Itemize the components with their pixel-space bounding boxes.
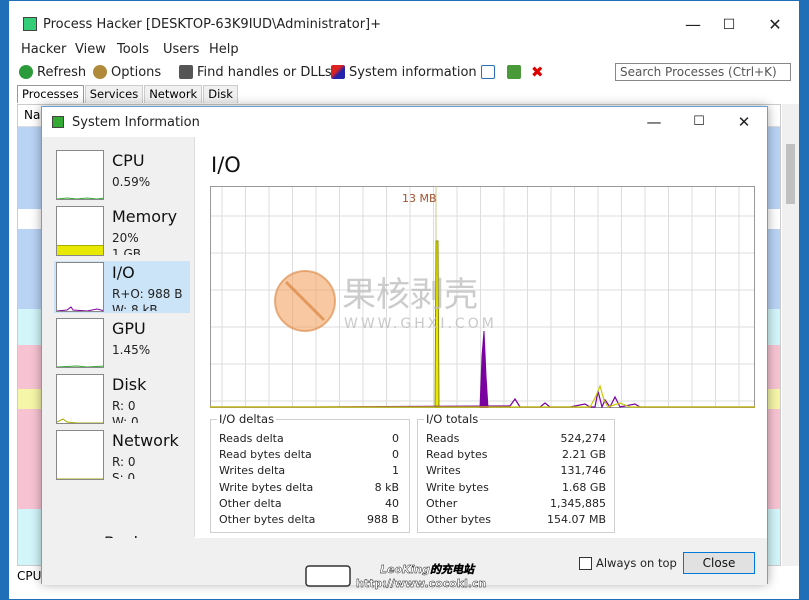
- value-other-delta: 40: [385, 497, 399, 510]
- sidebar-item-memory[interactable]: Memory 20% 1 GB: [54, 205, 190, 257]
- value-writes-delta: 1: [392, 464, 399, 477]
- chart-icon: [331, 65, 345, 79]
- label-writes: Writes: [426, 464, 461, 477]
- dialog-title: System Information: [72, 115, 200, 130]
- dialog-title-bar[interactable]: System Information — ☐ ✕: [42, 107, 767, 137]
- label-write-bytes-delta: Write bytes delta: [219, 481, 314, 494]
- graph-peak-label: 13 MB: [402, 192, 437, 205]
- window-icon: [481, 65, 495, 79]
- gear-icon: [93, 65, 107, 79]
- sidebar-item-cpu[interactable]: CPU 0.59%: [54, 149, 190, 201]
- cpu-mini-graph: [56, 150, 104, 200]
- menu-tools[interactable]: Tools: [117, 42, 149, 57]
- sidebar-item-disk[interactable]: Disk R: 0 W: 0: [54, 373, 190, 425]
- value-read-bytes: 2.21 GB: [561, 448, 606, 461]
- label-read-bytes-delta: Read bytes delta: [219, 448, 312, 461]
- value-other-bytes-delta: 988 B: [366, 513, 399, 526]
- checkbox-box[interactable]: [579, 556, 592, 570]
- io-mini-graph: [56, 262, 104, 312]
- value-other-bytes: 154.07 MB: [546, 513, 606, 526]
- find-window-button[interactable]: [507, 63, 521, 81]
- tab-network[interactable]: Network: [144, 85, 203, 103]
- io-totals-group: I/O totals Reads 524,274 Read bytes 2.21…: [417, 412, 615, 533]
- options-button[interactable]: Options: [93, 63, 161, 81]
- value-writes: 131,746: [560, 464, 607, 477]
- dialog-close-button[interactable]: ✕: [724, 111, 764, 133]
- value-reads-delta: 0: [392, 432, 399, 445]
- io-panel: I/O 13 MB I/O deltas Reads delta 0 Read …: [194, 137, 767, 537]
- always-on-top-checkbox[interactable]: Always on top: [579, 556, 677, 570]
- dialog-close-footer-button[interactable]: Close: [683, 552, 755, 574]
- sidebar-item-io[interactable]: I/O R+O: 988 B W: 8 kB: [54, 261, 190, 313]
- label-other: Other: [426, 497, 458, 510]
- terminate-button[interactable]: ✖: [531, 63, 544, 81]
- section-title: I/O: [211, 153, 241, 177]
- app-icon: [23, 17, 37, 31]
- tab-disk[interactable]: Disk: [203, 85, 238, 103]
- scrollbar-thumb[interactable]: [786, 144, 795, 204]
- io-history-graph: 13 MB: [210, 186, 755, 408]
- status-bar: CPU: [17, 569, 42, 583]
- process-scrollbar[interactable]: [782, 104, 799, 566]
- search-input[interactable]: Search Processes (Ctrl+K): [615, 63, 791, 81]
- window-button[interactable]: [481, 63, 495, 81]
- gpu-mini-graph: [56, 318, 104, 368]
- find-handles-button[interactable]: Find handles or DLLs: [179, 63, 332, 81]
- maximize-button[interactable]: ☐: [715, 13, 743, 37]
- value-write-bytes: 1.68 GB: [561, 481, 606, 494]
- io-deltas-group: I/O deltas Reads delta 0 Read bytes delt…: [210, 412, 410, 533]
- disk-mini-graph: [56, 374, 104, 424]
- menu-hacker[interactable]: Hacker: [21, 42, 66, 57]
- label-other-delta: Other delta: [219, 497, 282, 510]
- value-reads: 524,274: [560, 432, 607, 445]
- label-other-bytes-delta: Other bytes delta: [219, 513, 316, 526]
- cross-icon: ✖: [531, 63, 544, 81]
- label-read-bytes: Read bytes: [426, 448, 488, 461]
- chart-icon: [52, 116, 64, 128]
- find-window-icon: [507, 65, 521, 79]
- menu-help[interactable]: Help: [209, 42, 239, 57]
- binoculars-icon: [179, 65, 193, 79]
- menu-users[interactable]: Users: [163, 42, 199, 57]
- refresh-button[interactable]: Refresh: [19, 63, 86, 81]
- system-information-dialog: System Information — ☐ ✕ CPU 0.59% Memor…: [41, 106, 768, 585]
- close-button[interactable]: ✕: [761, 13, 789, 37]
- dialog-minimize-button[interactable]: —: [634, 111, 674, 133]
- label-write-bytes: Write bytes: [426, 481, 489, 494]
- refresh-icon: [19, 65, 33, 79]
- label-reads-delta: Reads delta: [219, 432, 284, 445]
- main-tabs: Processes Services Network Disk: [17, 85, 239, 103]
- label-reads: Reads: [426, 432, 460, 445]
- io-totals-title: I/O totals: [424, 412, 481, 426]
- always-on-top-label: Always on top: [596, 556, 677, 570]
- tab-processes[interactable]: Processes: [17, 85, 84, 103]
- io-deltas-title: I/O deltas: [217, 412, 277, 426]
- tab-services[interactable]: Services: [84, 85, 144, 103]
- system-information-button[interactable]: System information: [331, 63, 477, 81]
- window-title: Process Hacker [DESKTOP-63K9IUD\Administ…: [43, 17, 382, 32]
- dialog-maximize-button[interactable]: ☐: [679, 111, 719, 133]
- sidebar-item-network[interactable]: Network R: 0 S: 0: [54, 429, 190, 481]
- label-writes-delta: Writes delta: [219, 464, 286, 477]
- value-read-bytes-delta: 0: [392, 448, 399, 461]
- label-other-bytes: Other bytes: [426, 513, 492, 526]
- dialog-footer: Always on top Close: [42, 538, 767, 585]
- menu-view[interactable]: View: [75, 42, 106, 57]
- memory-mini-graph: [56, 206, 104, 256]
- sysinfo-sidebar: CPU 0.59% Memory 20% 1 GB I/O R+O: 988 B…: [42, 137, 194, 585]
- toolbar: Refresh Options Find handles or DLLs Sys…: [9, 61, 799, 83]
- sidebar-item-gpu[interactable]: GPU 1.45%: [54, 317, 190, 369]
- network-mini-graph: [56, 430, 104, 480]
- value-write-bytes-delta: 8 kB: [374, 481, 399, 494]
- value-other: 1,345,885: [550, 497, 606, 510]
- minimize-button[interactable]: —: [679, 13, 707, 37]
- menu-bar: Hacker View Tools Users Help: [9, 41, 799, 61]
